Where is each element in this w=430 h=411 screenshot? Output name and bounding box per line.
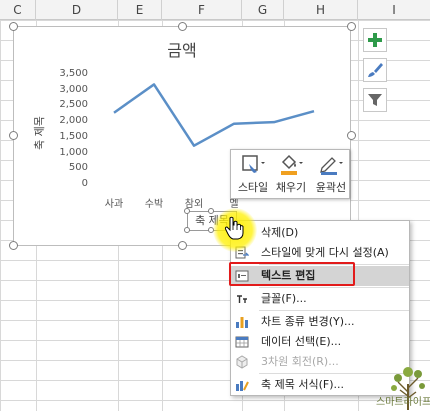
fill-button[interactable]: 채우기	[271, 153, 311, 197]
column-header-i[interactable]: I	[358, 0, 430, 20]
column-header-c[interactable]: C	[0, 0, 36, 20]
line-chart[interactable]: 금액 축 제목 3,500 3,000 2,500 2,000 1,500 1,000 50…	[13, 26, 351, 246]
style-button[interactable]: 스타일	[233, 153, 273, 197]
menu-separator	[259, 287, 409, 288]
filter-icon	[368, 94, 382, 106]
highlight-box	[229, 262, 355, 286]
chart-elements-button[interactable]	[363, 28, 387, 52]
chart-resize-handle[interactable]	[178, 22, 187, 31]
column-header-d[interactable]: D	[36, 0, 118, 20]
menu-item-font[interactable]: 글꼴(F)...	[231, 289, 409, 309]
column-header-h[interactable]: H	[284, 0, 358, 20]
chart-resize-handle[interactable]	[9, 131, 18, 140]
menu-item-reset-style[interactable]: 스타일에 맞게 다시 설정(A)	[231, 243, 409, 263]
context-menu: 삭제(D) 스타일에 맞게 다시 설정(A) 텍스트 편집 글꼴(F)... 차…	[230, 220, 410, 396]
chart-styles-button[interactable]	[363, 58, 387, 82]
outline-label: 윤곽선	[315, 181, 347, 194]
pen-icon	[320, 157, 343, 175]
fill-label: 채우기	[275, 181, 307, 194]
resize-handle[interactable]	[184, 208, 190, 214]
menu-item-delete[interactable]: 삭제(D)	[231, 223, 409, 243]
chart-resize-handle[interactable]	[9, 241, 18, 250]
column-header-g[interactable]: G	[242, 0, 284, 20]
menu-separator	[259, 310, 409, 311]
bar-chart-icon	[235, 315, 249, 329]
resize-handle[interactable]	[208, 208, 214, 214]
column-header-row: C D E F G H I	[0, 0, 430, 20]
style-icon	[242, 155, 265, 173]
menu-item-3d-rotation[interactable]: 3차원 회전(R)...	[231, 352, 409, 372]
chart-filters-button[interactable]	[363, 88, 387, 112]
outline-button[interactable]: 윤곽선	[311, 153, 351, 197]
chart-resize-handle[interactable]	[9, 22, 18, 31]
hand-cursor-icon	[224, 216, 244, 240]
chart-resize-handle[interactable]	[347, 22, 356, 31]
select-data-icon	[235, 335, 249, 349]
menu-item-change-chart-type[interactable]: 차트 종류 변경(Y)...	[231, 312, 409, 332]
series-line[interactable]	[113, 83, 315, 147]
format-axis-icon	[235, 378, 249, 392]
column-header-f[interactable]: F	[162, 0, 242, 20]
brush-icon	[368, 63, 383, 77]
style-label: 스타일	[237, 181, 269, 194]
menu-item-format-axis-title[interactable]: 축 제목 서식(F)...	[231, 375, 409, 395]
resize-handle[interactable]	[184, 227, 190, 233]
cube-icon	[235, 355, 249, 369]
paint-bucket-icon	[281, 154, 303, 175]
plot-area[interactable]	[14, 27, 352, 247]
menu-item-select-data[interactable]: 데이터 선택(E)...	[231, 332, 409, 352]
plus-icon	[368, 33, 382, 47]
chart-resize-handle[interactable]	[178, 241, 187, 250]
font-icon	[235, 292, 249, 306]
column-header-e[interactable]: E	[118, 0, 162, 20]
chart-resize-handle[interactable]	[347, 131, 356, 140]
watermark-text: 스마트라이프	[376, 397, 430, 408]
mini-toolbar: 스타일 채우기 윤곽선	[230, 149, 350, 199]
